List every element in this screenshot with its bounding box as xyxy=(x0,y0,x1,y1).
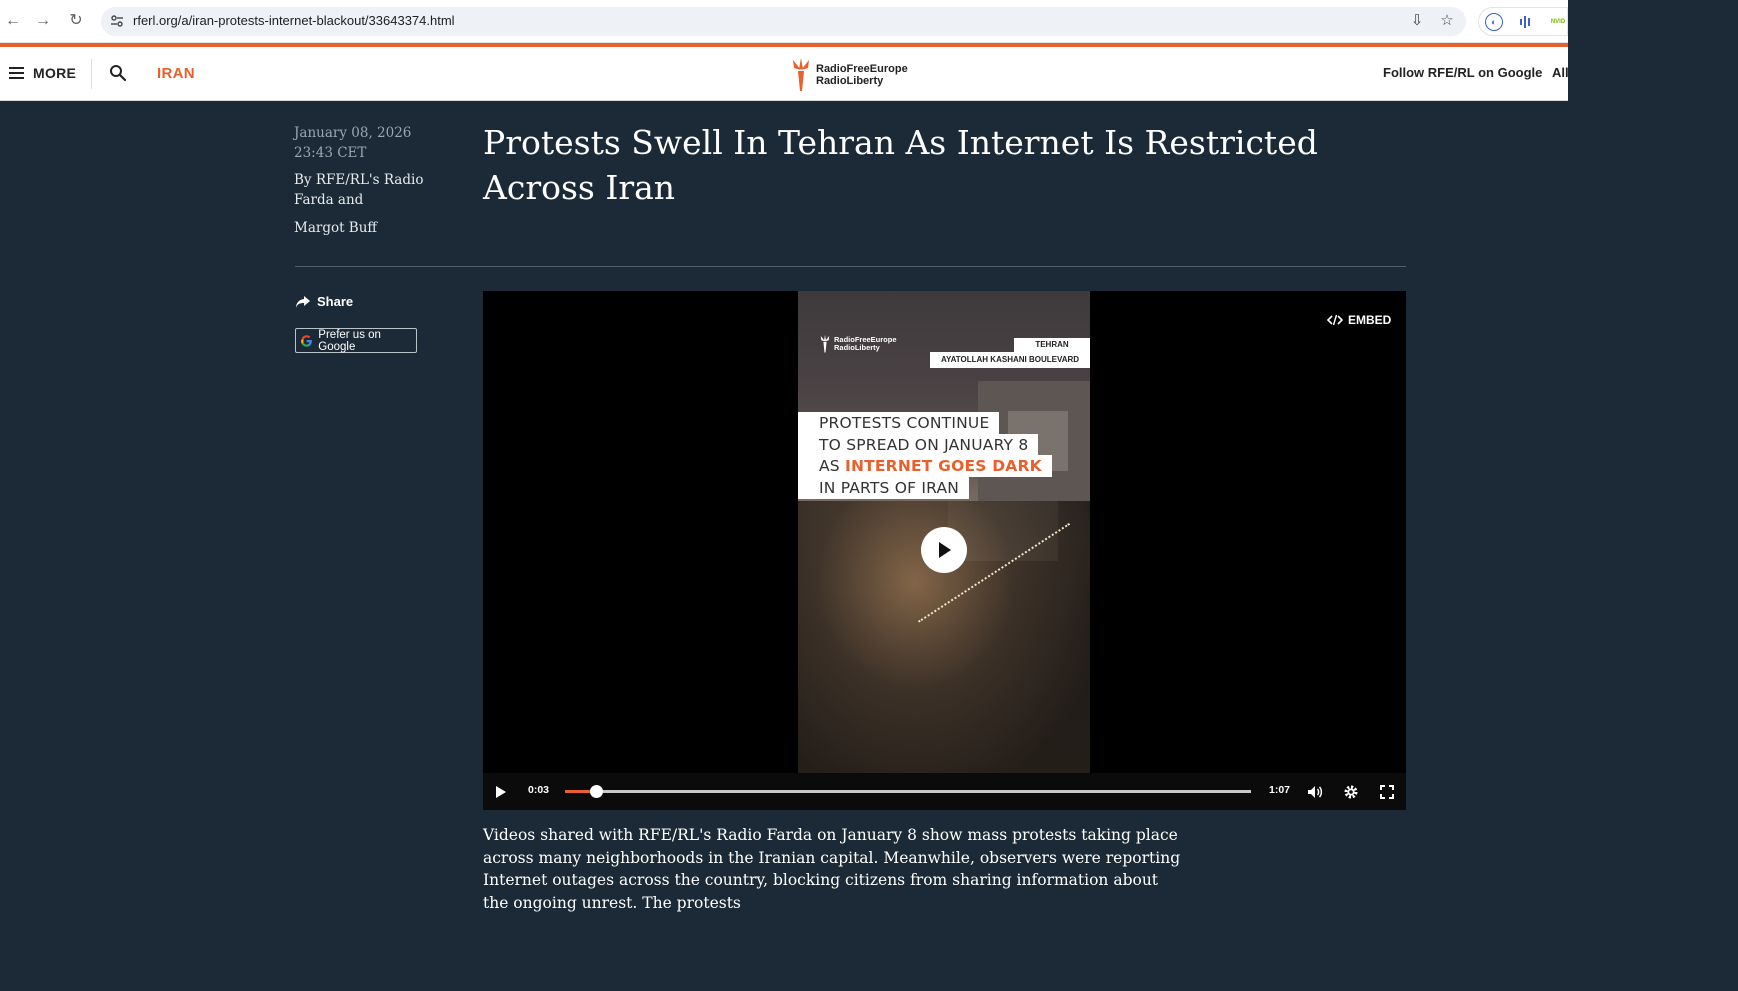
share-label: Share xyxy=(317,294,354,309)
video-caption-line-2: TO SPREAD ON JANUARY 8 xyxy=(798,434,1039,456)
caption-highlight: INTERNET GOES DARK xyxy=(844,457,1042,475)
browser-toolbar: ← → ↻ rferl.org/a/iran-protests-internet… xyxy=(0,0,1568,43)
video-player[interactable]: RadioFreeEurope RadioLiberty TEHRAN AYAT… xyxy=(483,291,1406,810)
overlay-logo-line-2: RadioLiberty xyxy=(834,343,880,352)
current-time: 0:03 xyxy=(528,784,550,796)
video-caption-line-3: AS INTERNET GOES DARK xyxy=(798,455,1052,477)
reload-icon[interactable]: ↻ xyxy=(66,11,86,31)
site-logo[interactable]: RadioFreeEurope RadioLiberty xyxy=(790,58,908,92)
logo-line-2: RadioLiberty xyxy=(816,75,884,87)
prefer-us-label: Prefer us on Google xyxy=(318,328,381,353)
article-byline: By RFE/RL's Radio Farda and xyxy=(294,172,424,208)
prefer-us-on-google-button[interactable]: Prefer us on Google xyxy=(295,328,417,353)
extension-audio-icon[interactable] xyxy=(1517,13,1535,31)
address-bar[interactable]: rferl.org/a/iran-protests-internet-black… xyxy=(101,7,1466,36)
extension-shield-icon[interactable]: ◐ xyxy=(1485,12,1503,31)
progress-handle[interactable] xyxy=(589,785,603,798)
forward-icon[interactable]: → xyxy=(33,11,53,31)
fullscreen-icon xyxy=(1380,785,1394,799)
code-embed-icon xyxy=(1327,314,1343,326)
hamburger-icon xyxy=(9,67,24,79)
back-icon[interactable]: ← xyxy=(3,11,23,31)
share-button[interactable]: Share xyxy=(295,294,353,309)
all-sites-link[interactable]: All xyxy=(1552,65,1569,80)
torch-logo-icon xyxy=(820,335,830,353)
article-byline-author[interactable]: Margot Buff xyxy=(294,218,454,238)
extension-nvidia-icon[interactable]: NVID xyxy=(1549,13,1567,31)
duration-time: 1:07 xyxy=(1269,784,1291,796)
embed-label: EMBED xyxy=(1348,313,1392,327)
logo-line-1: RadioFreeEurope xyxy=(816,63,908,75)
extensions-area: ◐ NVID xyxy=(1478,7,1568,36)
torch-logo-icon xyxy=(793,58,809,91)
location-street-tag: AYATOLLAH KASHANI BOULEVARD xyxy=(930,352,1090,368)
settings-button[interactable] xyxy=(1341,782,1361,802)
play-button[interactable] xyxy=(491,782,511,802)
more-menu-label: MORE xyxy=(33,65,77,81)
share-arrow-icon xyxy=(296,295,310,308)
video-controls: 0:03 1:07 xyxy=(483,773,1406,810)
site-header: MORE IRAN RadioFreeEurope RadioLiberty F… xyxy=(0,47,1569,101)
header-divider xyxy=(91,59,92,89)
bookmark-star-icon[interactable]: ☆ xyxy=(1438,12,1456,30)
video-overlay-logo: RadioFreeEurope RadioLiberty xyxy=(819,335,897,353)
header-divider-rule xyxy=(295,266,1406,267)
video-caption-line-1: PROTESTS CONTINUE xyxy=(798,412,1000,434)
article-dateline: January 08, 2026 23:43 CET xyxy=(294,125,412,161)
caption-prefix: AS xyxy=(819,457,845,475)
play-icon xyxy=(496,786,506,798)
embed-button[interactable]: EMBED xyxy=(1327,313,1391,327)
url-text[interactable]: rferl.org/a/iran-protests-internet-black… xyxy=(133,13,455,28)
big-play-button[interactable] xyxy=(921,527,967,573)
section-link-iran[interactable]: IRAN xyxy=(157,65,195,82)
location-city-tag: TEHRAN xyxy=(1014,338,1090,352)
fullscreen-button[interactable] xyxy=(1377,782,1397,802)
article-headline: Protests Swell In Tehran As Internet Is … xyxy=(483,123,1318,207)
follow-on-google-link[interactable]: Follow RFE/RL on Google xyxy=(1383,65,1542,80)
site-info-icon[interactable] xyxy=(110,14,124,28)
article-meta: January 08, 2026 23:43 CET By RFE/RL's R… xyxy=(294,123,454,238)
play-icon xyxy=(939,542,951,558)
search-icon[interactable] xyxy=(109,64,127,82)
volume-button[interactable] xyxy=(1305,782,1325,802)
article-body-paragraph: Videos shared with RFE/RL's Radio Farda … xyxy=(483,826,1181,913)
volume-icon xyxy=(1308,786,1323,798)
gear-icon xyxy=(1344,785,1358,799)
video-caption-line-4: IN PARTS OF IRAN xyxy=(798,477,970,499)
progress-track[interactable] xyxy=(565,785,1251,798)
google-g-icon xyxy=(301,334,312,347)
install-app-icon[interactable]: ⇩ xyxy=(1408,12,1426,30)
more-menu-button[interactable]: MORE xyxy=(9,65,76,81)
